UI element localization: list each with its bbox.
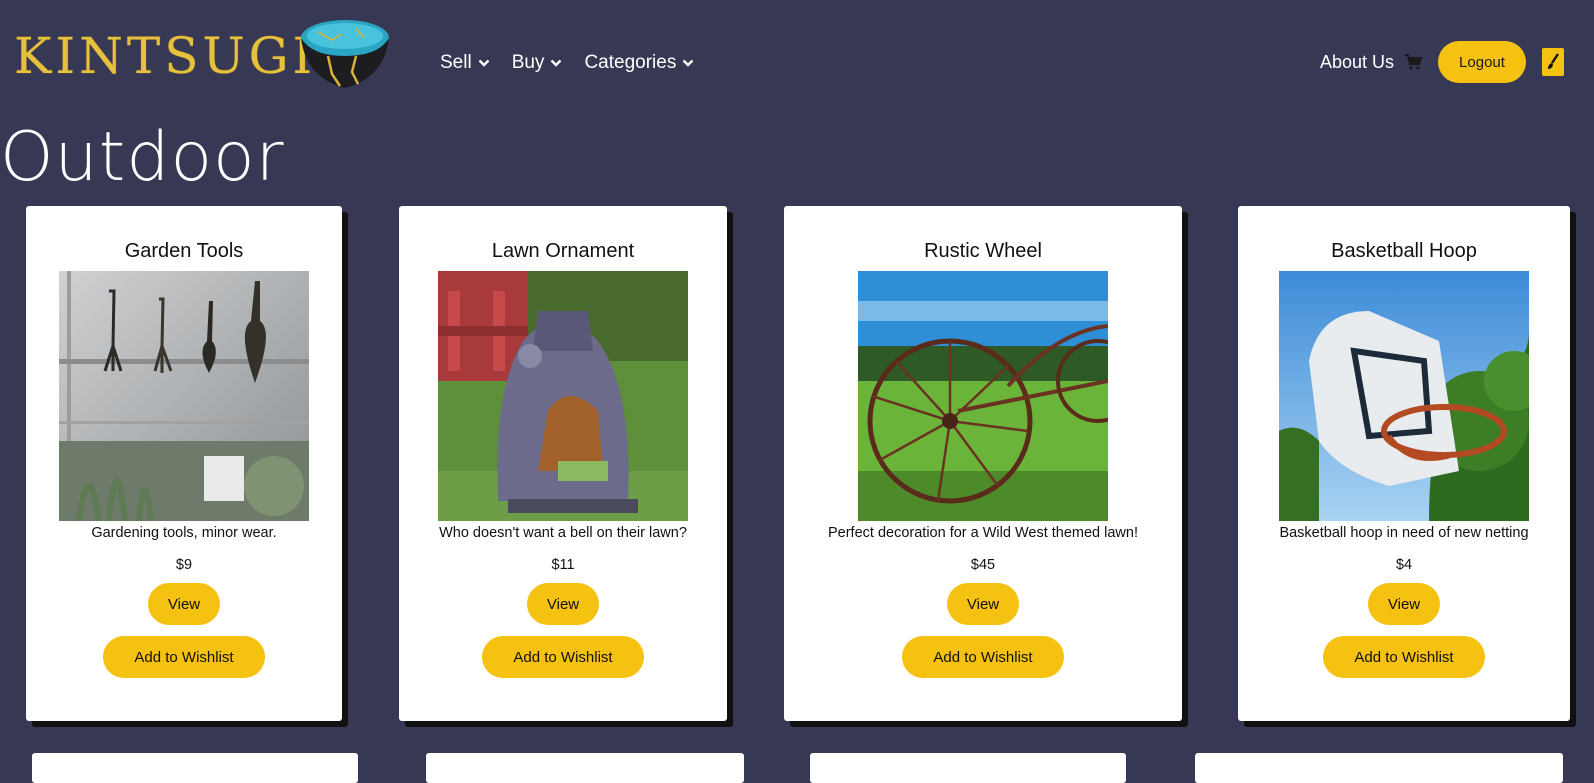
nav-sell-dropdown[interactable]: Sell	[440, 48, 490, 78]
add-to-wishlist-button[interactable]: Add to Wishlist	[1323, 636, 1485, 678]
product-description: Perfect decoration for a Wild West theme…	[827, 525, 1138, 541]
top-navbar: KINTSUGI Sell Buy Categories About Us Lo…	[0, 0, 1594, 124]
add-to-wishlist-button[interactable]: Add to Wishlist	[482, 636, 644, 678]
cart-icon[interactable]	[1404, 53, 1422, 71]
product-title: Lawn Ornament	[491, 240, 635, 262]
product-card	[32, 753, 358, 783]
add-to-wishlist-button[interactable]: Add to Wishlist	[103, 636, 265, 678]
view-button[interactable]: View	[947, 583, 1019, 625]
brand-logo-text[interactable]: KINTSUGI	[14, 26, 316, 86]
view-button[interactable]: View	[527, 583, 599, 625]
product-title: Garden Tools	[124, 240, 244, 262]
nav-categories-dropdown[interactable]: Categories	[584, 48, 694, 78]
view-button[interactable]: View	[1368, 583, 1440, 625]
nav-menu: Sell Buy Categories	[440, 48, 716, 78]
product-price: $11	[551, 557, 575, 573]
product-description: Gardening tools, minor wear.	[91, 525, 277, 541]
product-title: Rustic Wheel	[924, 240, 1042, 262]
product-price: $45	[970, 557, 996, 573]
chevron-down-icon	[682, 59, 694, 67]
product-card	[1195, 753, 1563, 783]
logout-button[interactable]: Logout	[1438, 41, 1526, 83]
nav-buy-label: Buy	[511, 52, 545, 73]
product-image-basketball-hoop[interactable]	[1279, 271, 1529, 521]
product-card	[426, 753, 744, 783]
product-description: Who doesn't want a bell on their lawn?	[439, 525, 687, 541]
chevron-down-icon	[478, 59, 490, 67]
page-title: Outdoor	[0, 118, 285, 197]
product-card	[810, 753, 1126, 783]
product-image-garden-tools[interactable]	[59, 271, 309, 521]
product-card: Garden Tools Gardening tools, minor wear…	[26, 206, 342, 721]
view-button[interactable]: View	[148, 583, 220, 625]
product-image-lawn-ornament[interactable]	[438, 271, 688, 521]
product-title: Basketball Hoop	[1331, 240, 1477, 262]
add-to-wishlist-button[interactable]: Add to Wishlist	[902, 636, 1064, 678]
theme-toggle-button[interactable]	[1542, 48, 1564, 76]
product-card: Basketball Hoop Basketball hoop in need …	[1238, 206, 1570, 721]
chevron-down-icon	[551, 59, 562, 67]
nav-buy-dropdown[interactable]: Buy	[512, 48, 563, 78]
product-price: $4	[1395, 557, 1413, 573]
nav-sell-label: Sell	[440, 52, 472, 73]
product-card: Lawn Ornament Who doesn't want a bell on…	[399, 206, 727, 721]
product-image-rustic-wheel[interactable]	[858, 271, 1108, 521]
kintsugi-bowl-logo-icon[interactable]	[298, 16, 392, 90]
nav-categories-label: Categories	[584, 52, 677, 73]
product-description: Basketball hoop in need of new netting	[1279, 525, 1529, 541]
product-price: $9	[175, 557, 193, 573]
product-card: Rustic Wheel Perfect decoration for a Wi…	[784, 206, 1182, 721]
about-us-link[interactable]: About Us	[1320, 52, 1394, 73]
paintbrush-icon	[1548, 53, 1559, 69]
nav-right-group: About Us Logout	[1320, 41, 1564, 83]
